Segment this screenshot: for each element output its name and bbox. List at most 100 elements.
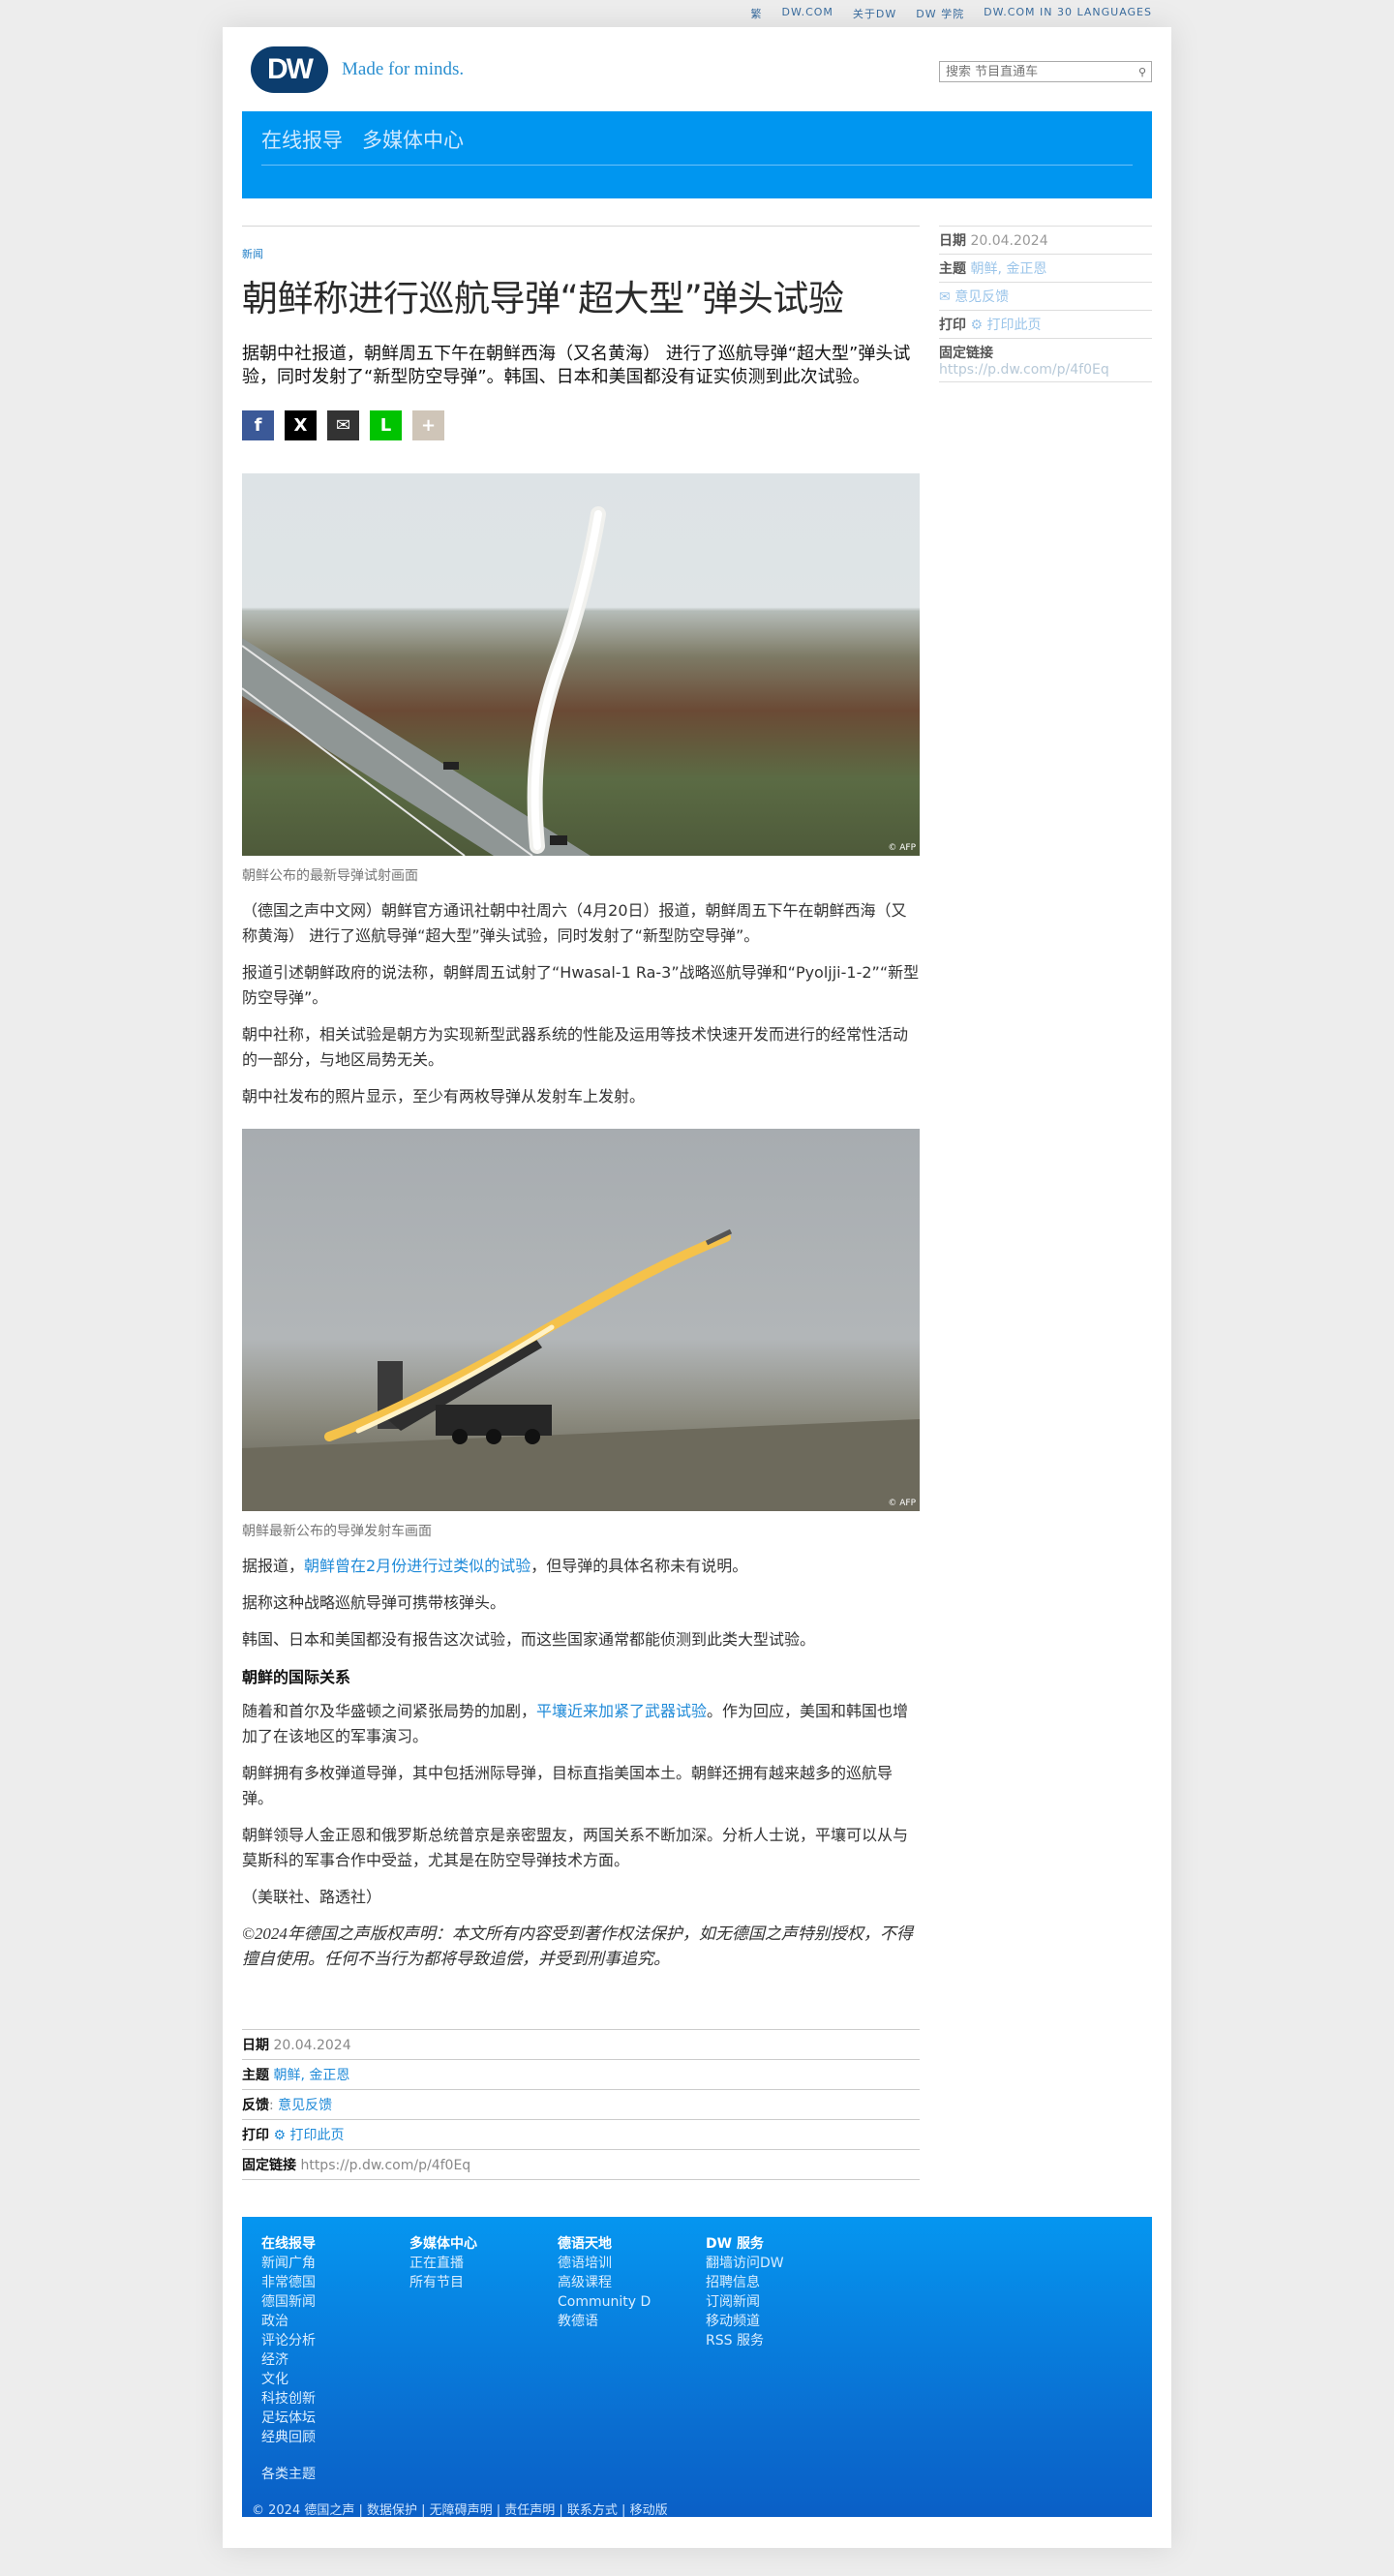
meta-feedback-row: 反馈: 意见反馈	[242, 2089, 920, 2119]
permalink-value[interactable]: https://p.dw.com/p/4f0Eq	[939, 362, 1109, 378]
article: 新闻 朝鲜称进行巡航导弹“超大型”弹头试验 据朝中社报道，朝鲜周五下午在朝鲜西海…	[242, 226, 920, 1984]
search-icon[interactable]: ⚲	[1134, 66, 1151, 78]
meta-date-row: 日期 20.04.2024	[939, 226, 1152, 254]
image-credit: © AFP	[888, 843, 916, 853]
nav-item-media-center[interactable]: 多媒体中心	[362, 125, 464, 154]
image-caption: 朝鲜最新公布的导弹发射车画面	[242, 1524, 432, 1539]
meta-permalink-row: 固定链接 https://p.dw.com/p/4f0Eq	[242, 2149, 920, 2180]
meta-permalink-row: 固定链接 https://p.dw.com/p/4f0Eq	[939, 338, 1152, 382]
footer-link[interactable]: 足坛体坛	[261, 2409, 409, 2428]
page-container: DW Made for minds. ⚲ 在线报导 多媒体中心 新闻 朝鲜称进行…	[223, 27, 1171, 2548]
meta-date-row: 日期 20.04.2024	[242, 2029, 920, 2059]
permalink-value[interactable]: https://p.dw.com/p/4f0Eq	[300, 2158, 470, 2173]
link-traditional[interactable]: 繁	[751, 6, 763, 21]
footer-col-media: 多媒体中心 正在直播 所有节目	[409, 2234, 558, 2447]
facebook-share-icon[interactable]: f	[242, 410, 274, 440]
footer-link[interactable]: 翻墙访问DW	[706, 2254, 854, 2273]
footer-heading[interactable]: DW 服务	[706, 2234, 854, 2254]
link-weapons-tests[interactable]: 平壤近来加紧了武器试验	[536, 1702, 707, 1720]
more-share-icon[interactable]: +	[412, 410, 444, 440]
email-share-icon[interactable]: ✉	[327, 410, 359, 440]
footer-link[interactable]: 订阅新闻	[706, 2292, 854, 2312]
link-30-languages[interactable]: DW.COM IN 30 LANGUAGES	[984, 6, 1152, 21]
feedback-link[interactable]: 意见反馈	[955, 289, 1009, 305]
meta-label: 反馈	[242, 2098, 269, 2113]
meta-print-row: 打印 ⚙ 打印此页	[242, 2119, 920, 2149]
print-icon: ⚙	[273, 2128, 287, 2143]
meta-label: 日期	[242, 2038, 269, 2053]
footer-link[interactable]: RSS 服务	[706, 2331, 854, 2350]
footer-link[interactable]: 经济	[261, 2350, 409, 2370]
footer-link[interactable]: 政治	[261, 2312, 409, 2331]
article-meta-footer: 日期 20.04.2024 主题 朝鲜, 金正恩 反馈: 意见反馈 打印 ⚙ 打…	[242, 2029, 920, 2180]
article-title: 朝鲜称进行巡航导弹“超大型”弹头试验	[242, 278, 844, 319]
print-link[interactable]: 打印此页	[986, 318, 1041, 333]
x-share-icon[interactable]: X	[285, 410, 317, 440]
meta-topics-row: 主题 朝鲜, 金正恩	[939, 254, 1152, 282]
article-paragraph: 朝中社称，相关试验是朝方为实现新型武器系统的性能及运用等技术快速开发而进行的经常…	[242, 1025, 909, 1069]
meta-label: 固定链接	[242, 2158, 296, 2173]
meta-label: 主题	[939, 261, 966, 277]
footer-link[interactable]: 评论分析	[261, 2331, 409, 2350]
footer-heading[interactable]: 在线报导	[261, 2234, 409, 2254]
footer-col-german: 德语天地 德语培训 高级课程 Community D 教德语	[558, 2234, 706, 2447]
link-dw-academy[interactable]: DW 学院	[916, 6, 964, 21]
footer-link[interactable]: 经典回顾	[261, 2428, 409, 2447]
footer-link[interactable]: 非常德国	[261, 2273, 409, 2292]
footer-link[interactable]: 移动频道	[706, 2312, 854, 2331]
link-about-dw[interactable]: 关于DW	[853, 6, 896, 21]
launcher-illustration	[242, 1228, 920, 1511]
meta-label: 打印	[242, 2128, 269, 2143]
meta-topics-link[interactable]: 朝鲜, 金正恩	[273, 2068, 349, 2083]
footer-legal-line: © 2024 德国之声 | 数据保护 | 无障碍声明 | 责任声明 | 联系方式…	[252, 2503, 668, 2518]
meta-date: 20.04.2024	[970, 233, 1048, 249]
dw-logo[interactable]: DW Made for minds.	[251, 46, 464, 93]
print-link[interactable]: 打印此页	[289, 2128, 344, 2143]
footer-heading[interactable]: 多媒体中心	[409, 2234, 558, 2254]
meta-feedback-row: ✉ 意见反馈	[939, 282, 1152, 310]
line-share-icon[interactable]: L	[370, 410, 402, 440]
footer-link[interactable]: 教德语	[558, 2312, 706, 2331]
link-dwcom[interactable]: DW.COM	[782, 6, 833, 21]
footer-link[interactable]: 德国新闻	[261, 2292, 409, 2312]
image-caption: 朝鲜公布的最新导弹试射画面	[242, 868, 418, 884]
search-input[interactable]	[940, 64, 1134, 79]
footer-link[interactable]: 正在直播	[409, 2254, 558, 2273]
article-paragraph: 随着和首尔及华盛顿之间紧张局势的加剧，平壤近来加紧了武器试验。作为回应，美国和韩…	[242, 1699, 920, 1749]
footer-link[interactable]: 新闻广角	[261, 2254, 409, 2273]
article-source: （美联社、路透社）	[242, 1888, 382, 1906]
meta-label: 日期	[939, 233, 966, 249]
footer-link[interactable]: 招聘信息	[706, 2273, 854, 2292]
top-utility-bar: 繁 DW.COM 关于DW DW 学院 DW.COM IN 30 LANGUAG…	[0, 0, 1394, 27]
meta-topics-link[interactable]: 朝鲜, 金正恩	[970, 261, 1046, 277]
site-footer: 在线报导 新闻广角 非常德国 德国新闻 政治 评论分析 经济 文化 科技创新 足…	[242, 2217, 1152, 2518]
nav-divider	[261, 165, 1133, 166]
article-paragraph: 报道引述朝鲜政府的说法称，朝鲜周五试射了“Hwasal-1 Ra-3”战略巡航导…	[242, 963, 920, 1007]
article-top-divider	[242, 226, 920, 227]
article-body-continued: 据报道，朝鲜曾在2月份进行过类似的试验，但导弹的具体名称未有说明。 据称这种战略…	[242, 1554, 920, 1972]
link-february-test[interactable]: 朝鲜曾在2月份进行过类似的试验	[304, 1557, 530, 1575]
search-box: ⚲	[939, 61, 1152, 82]
footer-heading[interactable]: 德语天地	[558, 2234, 706, 2254]
footer-link[interactable]: 科技创新	[261, 2389, 409, 2409]
paragraph-text: ，但导弹的具体名称未有说明。	[530, 1557, 748, 1575]
meta-label: 固定链接	[939, 346, 993, 361]
meta-print-row: 打印 ⚙ 打印此页	[939, 310, 1152, 338]
footer-link[interactable]: 德语培训	[558, 2254, 706, 2273]
missile-launch-illustration	[242, 506, 606, 856]
meta-label: 打印	[939, 318, 966, 333]
article-paragraph: 据报道，朝鲜曾在2月份进行过类似的试验，但导弹的具体名称未有说明。	[242, 1554, 920, 1579]
share-bar: f X ✉ L +	[242, 410, 920, 440]
feedback-link[interactable]: 意见反馈	[278, 2098, 332, 2113]
article-kicker[interactable]: 新闻	[242, 246, 920, 261]
envelope-icon: ✉	[939, 289, 951, 305]
nav-item-online-reports[interactable]: 在线报导	[261, 125, 343, 154]
footer-link[interactable]: 所有节目	[409, 2273, 558, 2292]
footer-link[interactable]: Community D	[558, 2292, 706, 2312]
footer-link[interactable]: 高级课程	[558, 2273, 706, 2292]
footer-all-topics-link[interactable]: 各类主题	[261, 2464, 316, 2483]
footer-link[interactable]: 文化	[261, 2370, 409, 2389]
article-lead: 据朝中社报道，朝鲜周五下午在朝鲜西海（又名黄海） 进行了巡航导弹“超大型”弹头试…	[242, 344, 911, 387]
article-paragraph: 朝鲜领导人金正恩和俄罗斯总统普京是亲密盟友，两国关系不断加深。分析人士说，平壤可…	[242, 1826, 909, 1869]
article-image-launcher-vehicle: © AFP	[242, 1129, 920, 1511]
